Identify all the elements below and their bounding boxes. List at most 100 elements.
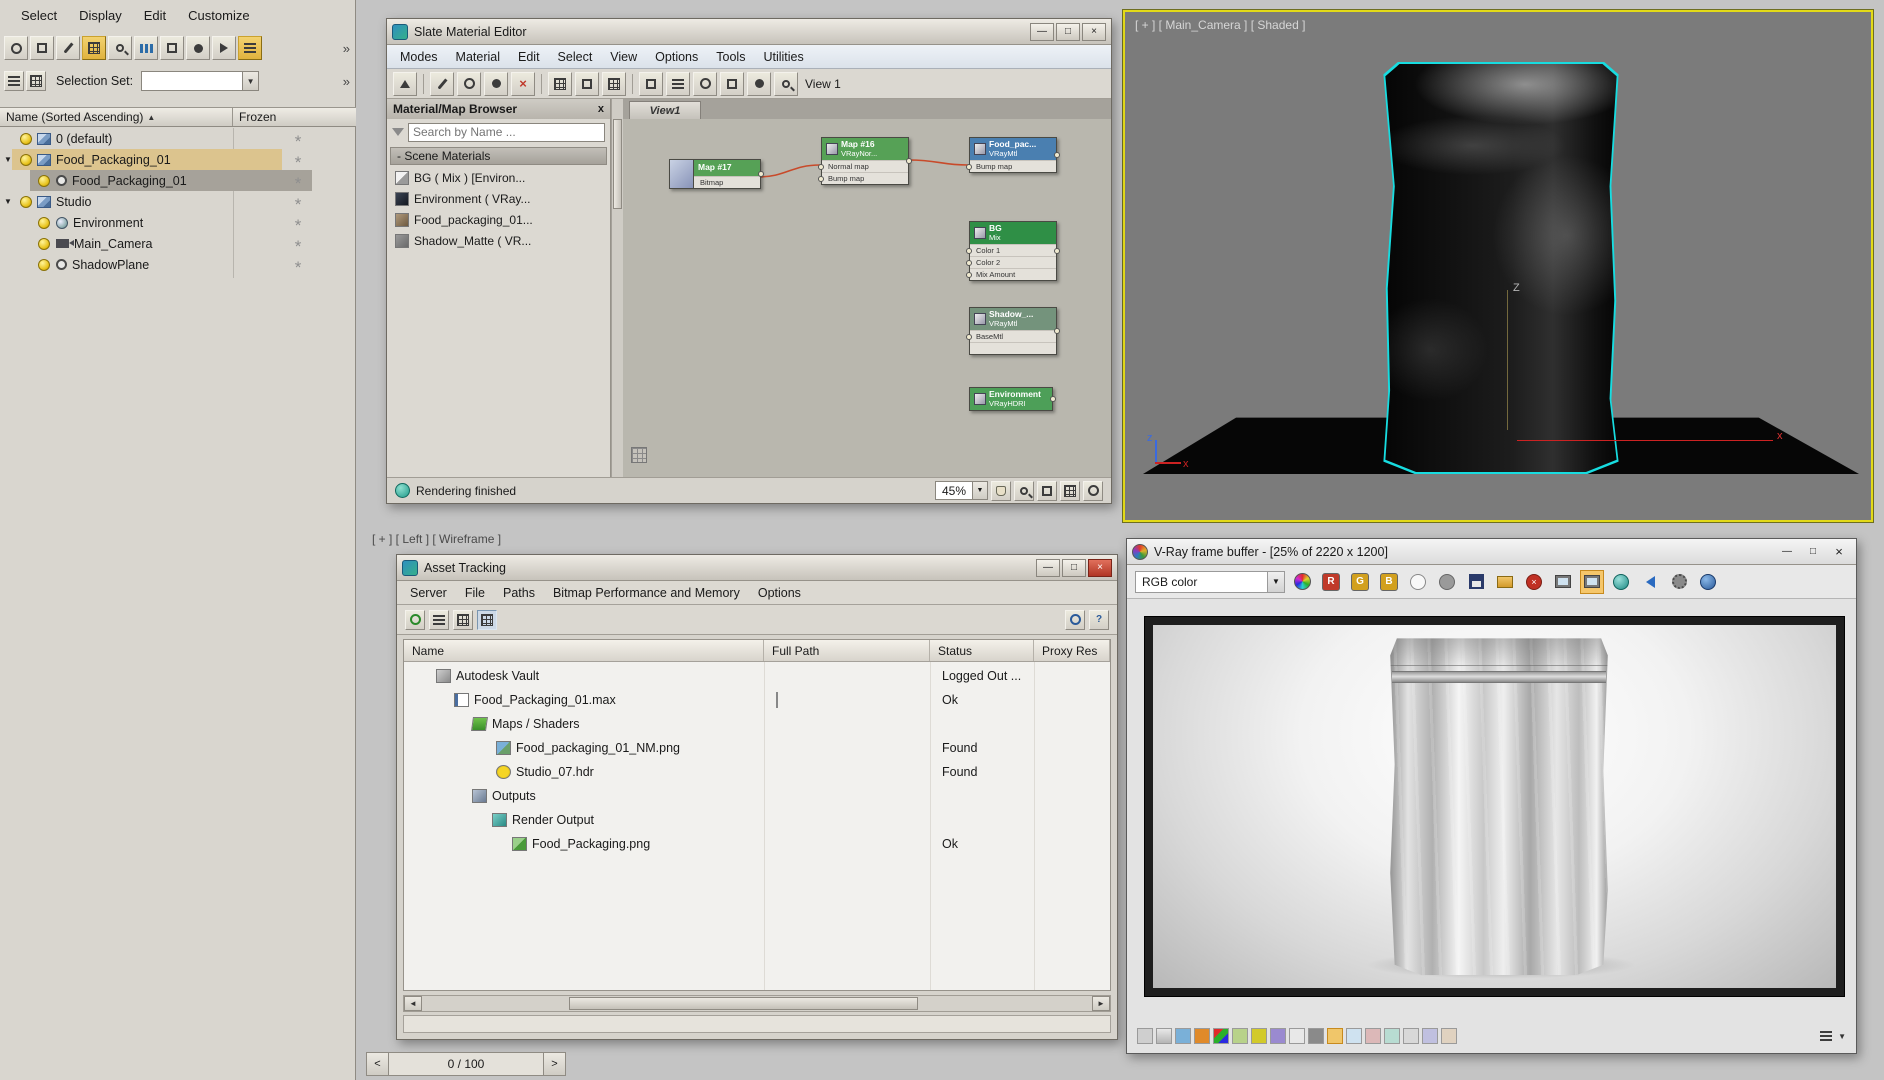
vfb-tool-icon[interactable]	[1137, 1028, 1153, 1044]
network-status-icon[interactable]	[1065, 609, 1085, 630]
zoom-tool-icon[interactable]	[1014, 480, 1034, 501]
material-list-item[interactable]: Environment ( VRay...	[387, 188, 610, 209]
load-image-button[interactable]	[1493, 569, 1517, 594]
asset-row-max-file[interactable]: Food_Packaging_01.max Ok	[404, 688, 1110, 712]
maximize-button[interactable]: □	[1062, 558, 1086, 577]
view1-tab[interactable]: View1	[629, 101, 701, 119]
vfb-levels-icon[interactable]	[1232, 1028, 1248, 1044]
alpha-channel-button[interactable]	[1435, 569, 1459, 594]
column-full-path[interactable]: Full Path	[764, 640, 930, 661]
list-view-icon[interactable]	[429, 609, 449, 630]
delete-selected-icon[interactable]: ×	[511, 71, 535, 96]
explorer-row-shadowplane[interactable]: ShadowPlane *	[0, 254, 356, 276]
assign-material-icon[interactable]	[457, 71, 481, 96]
camera-viewport[interactable]: Z x z x [ + ] [ Main_Camera ] [ Shaded ]	[1123, 10, 1873, 522]
material-list-item[interactable]: Shadow_Matte ( VR...	[387, 230, 610, 251]
filter-funnel-icon[interactable]	[392, 128, 404, 136]
menu-select[interactable]: Select	[549, 47, 602, 67]
frozen-toggle[interactable]: *	[284, 174, 312, 192]
select-region-icon[interactable]	[30, 36, 54, 60]
checker-pattern-icon[interactable]	[602, 71, 626, 96]
output-socket[interactable]	[758, 171, 764, 177]
visibility-bulb-icon[interactable]	[20, 153, 32, 166]
layer-tools-icon[interactable]	[238, 36, 262, 60]
column-proxy-res[interactable]: Proxy Res	[1034, 640, 1110, 661]
forward-icon[interactable]	[212, 36, 236, 60]
move-children-icon[interactable]	[548, 71, 572, 96]
explorer-row-food-packaging-object[interactable]: Food_Packaging_01 *	[0, 170, 356, 192]
toolbar-overflow-icon[interactable]: »	[343, 74, 352, 89]
visibility-bulb-icon[interactable]	[38, 174, 50, 187]
chevron-down-icon[interactable]: ▼	[242, 72, 259, 90]
visibility-bulb-icon[interactable]	[38, 258, 50, 271]
explorer-row-main-camera[interactable]: Main_Camera *	[0, 233, 356, 255]
settings-gear-icon[interactable]	[1667, 569, 1691, 594]
frozen-toggle[interactable]: *	[284, 237, 312, 255]
material-list-item[interactable]: Food_packaging_01...	[387, 209, 610, 230]
vfb-titlebar[interactable]: V-Ray frame buffer - [25% of 2220 x 1200…	[1127, 539, 1856, 565]
node-bg-mix[interactable]: BG Mix Color 1 Color 2 Mix Amount	[966, 221, 1060, 282]
maximize-button[interactable]: □	[1056, 22, 1080, 41]
column-frozen-header[interactable]: Frozen	[233, 108, 282, 126]
help-icon[interactable]: ?	[1089, 609, 1109, 630]
asset-row-hdr[interactable]: Studio_07.hdr Found	[404, 760, 1110, 784]
zoom-level-combo[interactable]: 45% ▼	[934, 481, 988, 500]
table-view-icon[interactable]	[477, 609, 497, 630]
menu-display[interactable]: Display	[68, 4, 133, 27]
vfb-list-icon[interactable]	[1820, 1031, 1833, 1041]
menu-tools[interactable]: Tools	[707, 47, 754, 67]
previous-arrow-icon[interactable]	[1638, 569, 1662, 594]
view-navigator-icon[interactable]	[774, 71, 798, 96]
horizontal-scrollbar[interactable]: ◄ ►	[403, 995, 1111, 1012]
frozen-toggle[interactable]: *	[284, 216, 312, 234]
minimize-button[interactable]: —	[1036, 558, 1060, 577]
monochrome-button[interactable]	[1406, 569, 1430, 594]
menu-paths[interactable]: Paths	[494, 583, 544, 603]
close-button[interactable]: ×	[1082, 22, 1106, 41]
channel-combo[interactable]: RGB color ▼	[1135, 570, 1285, 593]
current-frame-field[interactable]: 0 / 100	[389, 1053, 543, 1075]
toolbar-overflow-icon[interactable]: »	[343, 41, 352, 56]
column-status[interactable]: Status	[930, 640, 1034, 661]
minimize-button[interactable]: —	[1775, 543, 1799, 561]
vfb-stereo-icon[interactable]	[1384, 1028, 1400, 1044]
visibility-bulb-icon[interactable]	[20, 132, 32, 145]
menu-select[interactable]: Select	[10, 4, 68, 27]
scrollbar-thumb[interactable]	[569, 997, 918, 1010]
node-map16-vraynormal[interactable]: Map #16 VRayNor... Normal map Bump map	[818, 137, 912, 186]
visibility-bulb-icon[interactable]	[20, 195, 32, 208]
browser-header[interactable]: Material/Map Browser x	[387, 99, 610, 119]
collapse-chevrons-icon[interactable]: ▼	[1838, 1032, 1846, 1041]
detail-view-icon[interactable]	[453, 609, 473, 630]
vfb-compare-icon[interactable]	[1365, 1028, 1381, 1044]
menu-customize[interactable]: Customize	[177, 4, 260, 27]
selection-set-combo[interactable]: ▼	[141, 71, 260, 91]
region-render-button[interactable]	[1609, 569, 1633, 594]
rendered-image[interactable]	[1153, 625, 1836, 988]
explorer-row-environment[interactable]: Environment *	[0, 212, 356, 234]
menu-options[interactable]: Options	[646, 47, 707, 67]
menu-file[interactable]: File	[456, 583, 494, 603]
asset-row-maps-shaders[interactable]: Maps / Shaders	[404, 712, 1110, 736]
menu-edit[interactable]: Edit	[509, 47, 549, 67]
menu-server[interactable]: Server	[401, 583, 456, 603]
explorer-row-food-packaging-layer[interactable]: ▼ Food_Packaging_01 *	[0, 149, 356, 171]
filter-waves-icon[interactable]	[134, 36, 158, 60]
vfb-exposure-icon[interactable]	[1194, 1028, 1210, 1044]
asset-row-render-output[interactable]: Render Output	[404, 808, 1110, 832]
scene-materials-group-header[interactable]: - Scene Materials	[390, 147, 607, 165]
input-socket[interactable]	[966, 334, 972, 341]
vfb-icc-icon[interactable]	[1289, 1028, 1305, 1044]
vfb-srgb-icon[interactable]	[1308, 1028, 1324, 1044]
asset-row-vault[interactable]: Autodesk Vault Logged Out ...	[404, 664, 1110, 688]
refresh-icon[interactable]	[405, 609, 425, 630]
red-channel-button[interactable]: R	[1319, 569, 1343, 594]
browser-scrollbar[interactable]	[611, 99, 623, 477]
zoom-region-icon[interactable]	[1037, 480, 1057, 501]
vfb-stamp-icon[interactable]	[1403, 1028, 1419, 1044]
left-viewport-label[interactable]: [ + ] [ Left ] [ Wireframe ]	[372, 532, 501, 546]
input-socket[interactable]	[966, 260, 972, 267]
vfb-bloom-icon[interactable]	[1327, 1028, 1343, 1044]
node-canvas[interactable]: Map #17 Bitmap Map #16 VRayNor... Normal…	[623, 119, 1111, 477]
scroll-left-icon[interactable]: ◄	[404, 996, 422, 1011]
